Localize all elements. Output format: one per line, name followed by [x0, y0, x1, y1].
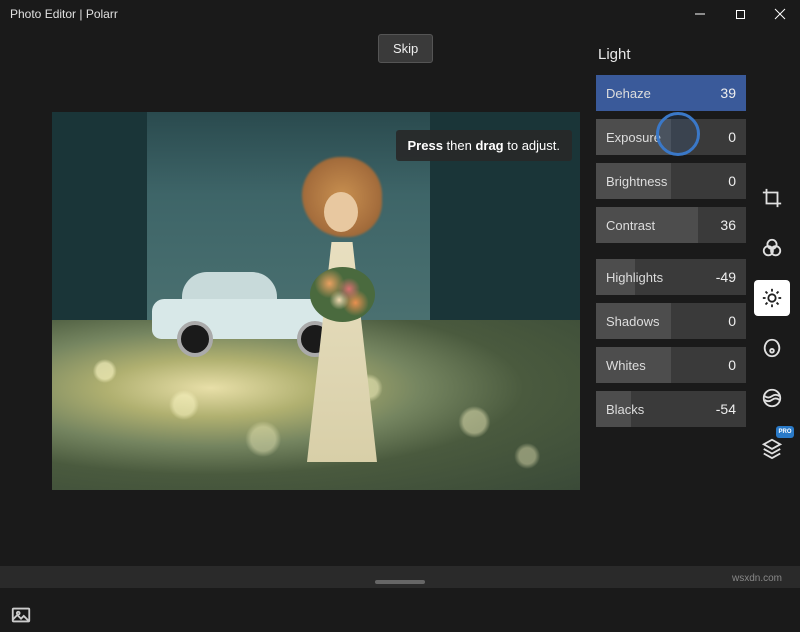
slider-value: -49: [716, 269, 736, 285]
slider-brightness[interactable]: Brightness 0: [596, 163, 746, 199]
panel-title: Light: [596, 46, 746, 63]
slider-dehaze[interactable]: Dehaze 39: [596, 75, 746, 111]
slider-label: Exposure: [606, 130, 661, 145]
window-title: Photo Editor | Polarr: [10, 7, 118, 21]
slider-label: Whites: [606, 358, 646, 373]
slider-whites[interactable]: Whites 0: [596, 347, 746, 383]
slider-label: Contrast: [606, 218, 655, 233]
slider-highlights[interactable]: Highlights -49: [596, 259, 746, 295]
app-window: Photo Editor | Polarr Skip: [0, 0, 800, 632]
slider-blacks[interactable]: Blacks -54: [596, 391, 746, 427]
layers-icon[interactable]: PRO: [754, 430, 790, 466]
titlebar: Photo Editor | Polarr: [0, 0, 800, 28]
slider-contrast[interactable]: Contrast 36: [596, 207, 746, 243]
slider-value: 0: [728, 129, 736, 145]
slider-label: Shadows: [606, 314, 659, 329]
bottom-bar: [0, 566, 800, 588]
slider-label: Brightness: [606, 174, 667, 189]
slider-value: -54: [716, 401, 736, 417]
photo-canvas[interactable]: Press then drag to adjust.: [52, 112, 580, 490]
slider-value: 39: [720, 85, 736, 101]
slider-value: 0: [728, 313, 736, 329]
minimize-button[interactable]: [680, 0, 720, 28]
slider-label: Dehaze: [606, 86, 651, 101]
light-panel: Light Dehaze 39 Exposure 0 Brightness 0 Contra…: [596, 46, 746, 435]
watermark: wsxdn.com: [732, 573, 782, 584]
gallery-icon[interactable]: [10, 604, 32, 626]
maximize-button[interactable]: [720, 0, 760, 28]
scroll-thumb[interactable]: [375, 580, 425, 584]
slider-label: Blacks: [606, 402, 644, 417]
tutorial-tooltip: Press then drag to adjust.: [396, 130, 573, 161]
light-icon[interactable]: [754, 280, 790, 316]
slider-exposure[interactable]: Exposure 0: [596, 119, 746, 155]
slider-value: 0: [728, 173, 736, 189]
tool-rail: PRO: [752, 180, 792, 466]
detail-icon[interactable]: [754, 380, 790, 416]
skip-button[interactable]: Skip: [378, 34, 433, 63]
pro-badge: PRO: [776, 426, 794, 438]
effects-icon[interactable]: [754, 330, 790, 366]
slider-shadows[interactable]: Shadows 0: [596, 303, 746, 339]
close-button[interactable]: [760, 0, 800, 28]
photo-content: [52, 112, 580, 490]
window-controls: [680, 0, 800, 28]
crop-icon[interactable]: [754, 180, 790, 216]
slider-value: 36: [720, 217, 736, 233]
slider-value: 0: [728, 357, 736, 373]
slider-label: Highlights: [606, 270, 663, 285]
color-icon[interactable]: [754, 230, 790, 266]
